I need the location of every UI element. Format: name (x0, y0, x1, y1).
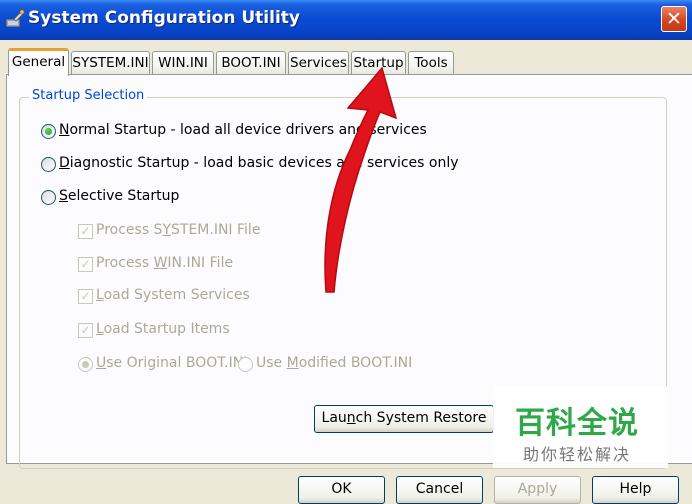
process-system-ini-checkbox[interactable]: ✓ (78, 224, 93, 239)
startup-selection-legend: Startup Selection (29, 88, 148, 103)
tab-system-ini[interactable]: SYSTEM.INI (71, 51, 150, 74)
help-button[interactable]: Help (592, 476, 679, 504)
normal-startup-radio[interactable] (41, 124, 56, 139)
diagnostic-startup-label[interactable]: Diagnostic Startup - load basic devices … (59, 155, 459, 171)
tab-startup[interactable]: Startup (351, 51, 406, 74)
close-button[interactable]: ✕ (661, 6, 687, 32)
close-icon: ✕ (666, 8, 682, 30)
use-modified-boot-ini-label: Use Modified BOOT.INI (256, 355, 413, 371)
tab-boot-ini[interactable]: BOOT.INI (216, 51, 286, 74)
cancel-button[interactable]: Cancel (396, 476, 483, 504)
baike-watermark: 百科全说 助你轻松解决 (493, 386, 668, 468)
launch-system-restore-button[interactable]: Launch System Restore (314, 405, 494, 433)
selective-startup-label[interactable]: Selective Startup (59, 188, 179, 204)
watermark-sub-text: 助你轻松解决 (523, 445, 632, 464)
system-config-icon (5, 9, 25, 28)
process-win-ini-label: Process WIN.INI File (96, 255, 234, 271)
diagnostic-startup-radio[interactable] (41, 157, 56, 172)
use-original-boot-ini-label: Use Original BOOT.INI (96, 355, 248, 371)
use-modified-boot-ini-radio[interactable] (238, 357, 253, 372)
window-title: System Configuration Utility (28, 8, 300, 28)
selective-startup-radio[interactable] (41, 190, 56, 205)
use-original-boot-ini-radio[interactable] (78, 357, 93, 372)
process-system-ini-label: Process SYSTEM.INI File (96, 222, 261, 238)
load-system-services-checkbox[interactable]: ✓ (78, 289, 93, 304)
load-system-services-label: Load System Services (96, 287, 250, 303)
process-win-ini-checkbox[interactable]: ✓ (78, 257, 93, 272)
tab-services[interactable]: Services (288, 51, 349, 74)
tab-tools[interactable]: Tools (408, 51, 454, 74)
normal-startup-label[interactable]: Normal Startup - load all device drivers… (59, 122, 427, 138)
load-startup-items-checkbox[interactable]: ✓ (78, 323, 93, 338)
title-bar[interactable]: System Configuration Utility ✕ (0, 0, 692, 40)
watermark-main-text: 百科全说 (515, 406, 639, 441)
apply-button[interactable]: Apply (494, 476, 581, 504)
tab-win-ini[interactable]: WIN.INI (152, 51, 214, 74)
ok-button[interactable]: OK (298, 476, 385, 504)
tab-strip: General SYSTEM.INI WIN.INI BOOT.INI Serv… (0, 45, 692, 76)
tab-general[interactable]: General (8, 48, 69, 76)
load-startup-items-label: Load Startup Items (96, 321, 230, 337)
system-configuration-window: System Configuration Utility ✕ General S… (0, 0, 692, 504)
